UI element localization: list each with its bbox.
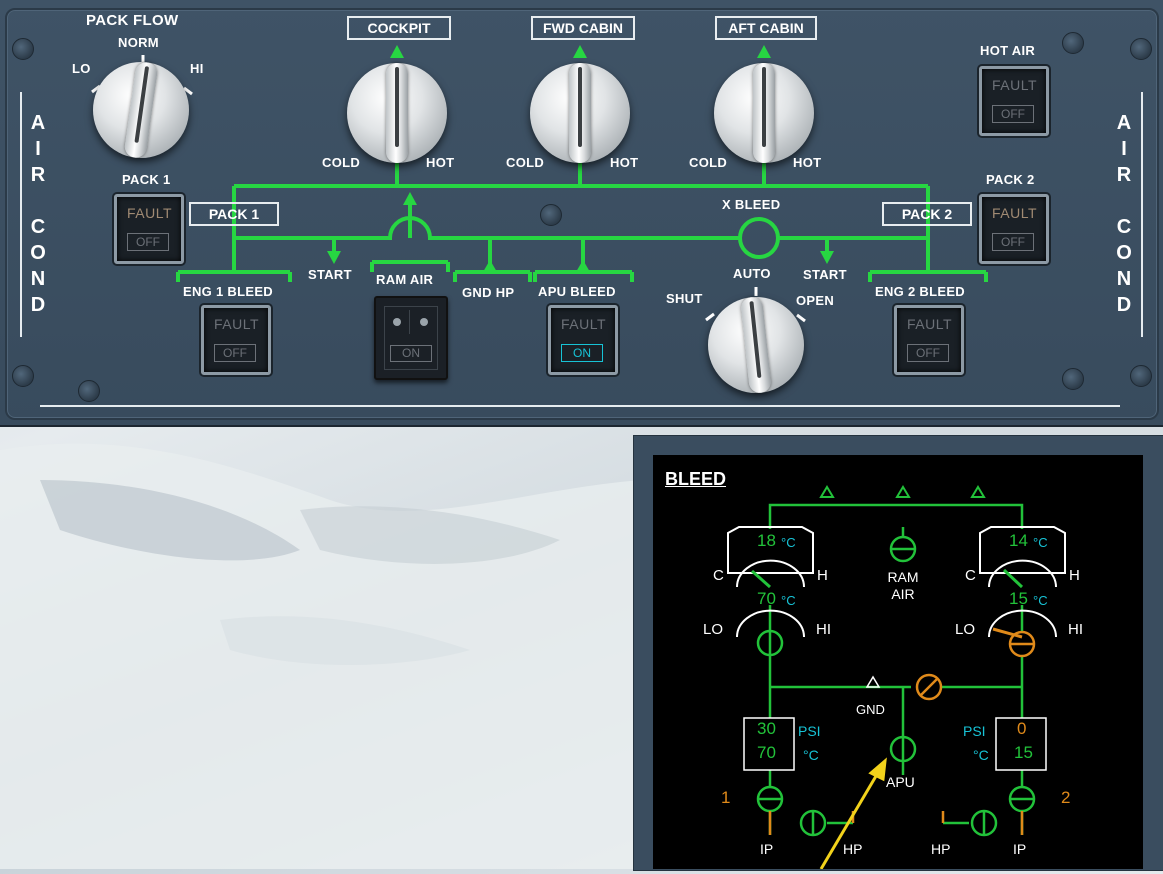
x-bleed-selector[interactable]: [708, 296, 804, 394]
aft-cabin-cold-label: COLD: [689, 155, 728, 170]
pack2-label: PACK 2: [986, 172, 1035, 187]
on-legend: ON: [390, 345, 432, 362]
pack2-hi-label: HI: [1068, 621, 1083, 638]
hot-air-pushbutton[interactable]: FAULT OFF: [979, 66, 1049, 136]
cockpit-temp-selector[interactable]: [347, 63, 447, 163]
start-left-label: START: [308, 267, 352, 282]
air-cond-panel: AIRCOND AIRCOND PACK FLOW NORM LO HI COC…: [0, 0, 1163, 427]
pack2-c-label: C: [965, 567, 976, 584]
pack2-inlet-temp: 15: [1009, 589, 1028, 608]
eng2-temp-unit: °C: [973, 747, 989, 763]
cockpit-hot-label: HOT: [426, 155, 455, 170]
knob-grip: [123, 60, 159, 160]
pack-flow-hi-label: HI: [190, 61, 204, 76]
eng1-temp-unit: °C: [803, 747, 819, 763]
pack1-c-label: C: [713, 567, 724, 584]
pack-flow-title: PACK FLOW: [86, 12, 179, 29]
ram-air-guarded-switch[interactable]: ON: [374, 296, 448, 380]
pack2-outlet-temp: 14: [1009, 531, 1028, 550]
guard-rivet: [393, 318, 401, 326]
ecam-bleed-page: BLEED 18 °C C H 70 °C LO HI 14 °C C H 15…: [653, 455, 1143, 870]
pack1-outlet-temp: 18: [757, 531, 776, 550]
start-right-label: START: [803, 267, 847, 282]
aft-cabin-label-box: AFT CABIN: [715, 16, 817, 40]
pack2-outlet-unit: °C: [1033, 535, 1048, 550]
knob-grip: [740, 296, 772, 394]
eng1-hp-label: HP: [843, 841, 863, 857]
cockpit-label-box: COCKPIT: [347, 16, 451, 40]
off-legend: OFF: [127, 233, 169, 251]
eng2-psi-unit: PSI: [963, 723, 986, 739]
apu-bleed-label: APU BLEED: [538, 284, 616, 299]
ecam-title: BLEED: [665, 469, 727, 489]
fault-legend: FAULT: [992, 77, 1038, 93]
eng1-psi-unit: PSI: [798, 723, 821, 739]
pack-flow-norm-label: NORM: [118, 35, 159, 50]
off-legend: OFF: [907, 344, 949, 362]
x-bleed-auto-label: AUTO: [733, 266, 771, 281]
pack-flow-lo-label: LO: [72, 61, 91, 76]
pack1-duct-label: PACK 1: [189, 202, 279, 226]
eng1-bleed-label: ENG 1 BLEED: [183, 284, 273, 299]
x-bleed-label: X BLEED: [722, 197, 781, 212]
eng1-bleed-pressure: 30: [757, 719, 776, 738]
pack1-pushbutton[interactable]: FAULT OFF: [114, 194, 184, 264]
pack1-inlet-temp: 70: [757, 589, 776, 608]
pack2-inlet-unit: °C: [1033, 593, 1048, 608]
eng1-number: 1: [721, 788, 731, 807]
pack-flow-selector[interactable]: [93, 60, 189, 160]
eng2-number: 2: [1061, 788, 1071, 807]
pack1-h-label: H: [817, 567, 828, 584]
pack2-pushbutton[interactable]: FAULT OFF: [979, 194, 1049, 264]
pack1-outlet-unit: °C: [781, 535, 796, 550]
eng1-ip-label: IP: [760, 841, 774, 857]
hot-air-label: HOT AIR: [980, 43, 1036, 58]
aft-cabin-temp-selector[interactable]: [714, 63, 814, 163]
fault-legend: FAULT: [214, 316, 260, 332]
eng2-bleed-pressure: 0: [1017, 719, 1027, 738]
eng2-hp-label: HP: [931, 841, 951, 857]
eng1-bleed-temp: 70: [757, 743, 776, 762]
aft-cabin-hot-label: HOT: [793, 155, 822, 170]
pack2-duct-label: PACK 2: [882, 202, 972, 226]
ram-air-ecam-label: RAM AIR: [887, 569, 919, 602]
eng1-bleed-pushbutton[interactable]: FAULT OFF: [201, 305, 271, 375]
pack1-label: PACK 1: [122, 172, 171, 187]
pack1-lo-label: LO: [703, 621, 724, 638]
cockpit-cold-label: COLD: [322, 155, 361, 170]
fault-legend: FAULT: [992, 205, 1038, 221]
knob-grip: [386, 63, 408, 163]
off-legend: OFF: [992, 233, 1034, 251]
eng2-bleed-label: ENG 2 BLEED: [875, 284, 965, 299]
eng2-ip-label: IP: [1013, 841, 1027, 857]
background-image: [0, 443, 640, 869]
pack1-inlet-unit: °C: [781, 593, 796, 608]
apu-bleed-pushbutton[interactable]: FAULT ON: [548, 305, 618, 375]
fwd-cabin-cold-label: COLD: [506, 155, 545, 170]
guard-rivet: [420, 318, 428, 326]
gnd-hp-label: GND HP: [462, 285, 515, 300]
off-legend: OFF: [992, 105, 1034, 123]
fault-legend: FAULT: [561, 316, 607, 332]
off-legend: OFF: [214, 344, 256, 362]
fault-legend: FAULT: [907, 316, 953, 332]
x-bleed-shut-label: SHUT: [666, 291, 703, 306]
knob-grip: [569, 63, 591, 163]
eng2-bleed-pushbutton[interactable]: FAULT OFF: [894, 305, 964, 375]
fwd-cabin-temp-selector[interactable]: [530, 63, 630, 163]
pack2-h-label: H: [1069, 567, 1080, 584]
guard-divider: [409, 310, 410, 334]
x-bleed-open-label: OPEN: [796, 293, 835, 308]
gnd-label: GND: [856, 702, 885, 717]
fault-legend: FAULT: [127, 205, 173, 221]
on-legend: ON: [561, 344, 603, 362]
apu-label: APU: [886, 774, 915, 790]
pack2-lo-label: LO: [955, 621, 976, 638]
fwd-cabin-label-box: FWD CABIN: [531, 16, 635, 40]
fwd-cabin-hot-label: HOT: [610, 155, 639, 170]
knob-grip: [753, 63, 775, 163]
eng2-bleed-temp: 15: [1014, 743, 1033, 762]
ram-air-label: RAM AIR: [376, 272, 434, 287]
pack1-hi-label: HI: [816, 621, 831, 638]
